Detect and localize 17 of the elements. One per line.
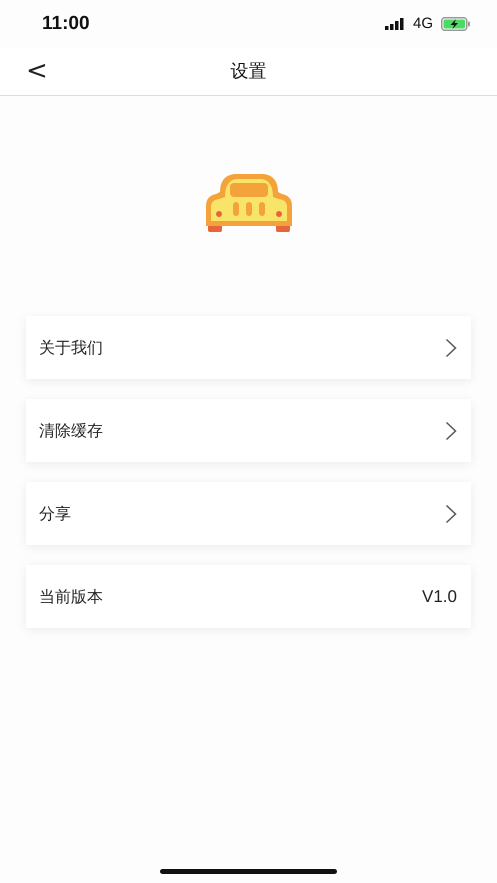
settings-label: 分享 (39, 502, 71, 524)
settings-label: 当前版本 (39, 586, 103, 608)
signal-icon (384, 18, 405, 30)
settings-row[interactable]: 分享 (26, 482, 471, 545)
settings-row[interactable]: 清除缓存 (26, 399, 471, 462)
page-title: 设置 (230, 60, 266, 84)
back-button[interactable]: < (20, 56, 54, 86)
chevron-right-icon (445, 338, 457, 358)
status-time: 11:00 (42, 12, 90, 36)
settings-row[interactable]: 关于我们 (26, 316, 471, 379)
network-label: 4G (412, 14, 433, 34)
chevron-right-icon (445, 420, 457, 440)
settings-label: 关于我们 (39, 336, 103, 358)
chevron-right-icon (445, 504, 457, 524)
version-value: V1.0 (422, 586, 457, 608)
battery-icon (441, 17, 471, 31)
settings-label: 清除缓存 (39, 420, 103, 442)
